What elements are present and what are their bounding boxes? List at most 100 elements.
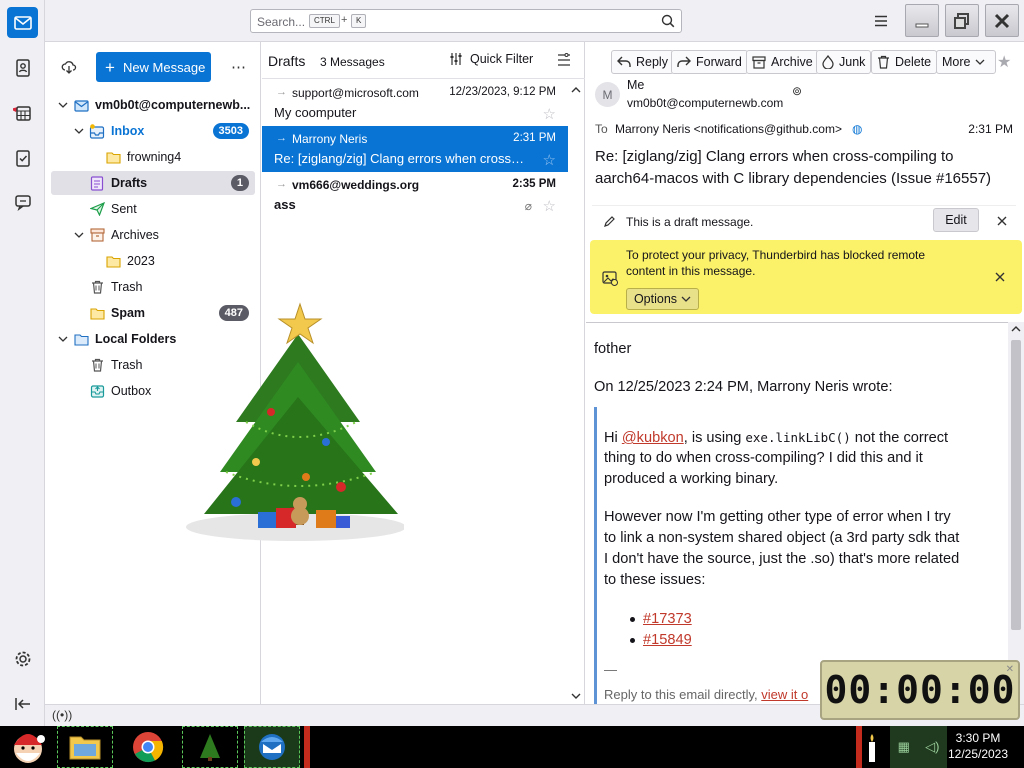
calendar-button[interactable] bbox=[7, 97, 38, 128]
sender-email: vm0b0t@computernewb.com bbox=[627, 96, 784, 110]
spaces-toolbar bbox=[0, 0, 45, 726]
message-sender: Marrony Neris bbox=[292, 132, 368, 146]
cloud-download-icon bbox=[61, 61, 77, 74]
folder-archives[interactable]: Archives bbox=[51, 223, 255, 247]
folder-icon bbox=[105, 253, 121, 269]
title-bar: Search... CTRL + K bbox=[45, 0, 1024, 42]
restore-button[interactable] bbox=[945, 4, 979, 37]
new-message-label: New Message bbox=[122, 59, 206, 75]
message-body-scrollbar[interactable] bbox=[1008, 322, 1024, 704]
folder-inbox[interactable]: Inbox 3503 bbox=[51, 119, 255, 143]
folder-sent[interactable]: Sent bbox=[51, 197, 255, 221]
quote-paragraph-1-line-3: produced a working binary. bbox=[604, 471, 779, 487]
message-row[interactable]: vm666@weddings.org → 2:35 PM ass ⌀ ☆ bbox=[262, 172, 568, 218]
junk-button[interactable]: Junk bbox=[816, 50, 872, 74]
close-icon bbox=[994, 13, 1010, 28]
scroll-up-icon bbox=[571, 87, 581, 93]
quote-mid: , is using bbox=[683, 430, 746, 446]
online-status-icon[interactable]: ((•)) bbox=[52, 708, 72, 722]
delete-button[interactable]: Delete bbox=[871, 50, 938, 74]
account-row[interactable]: vm0b0t@computernewb... bbox=[51, 93, 255, 117]
subject-line-2: aarch64-macos with C library dependencie… bbox=[595, 170, 992, 187]
search-input[interactable]: Search... CTRL + K bbox=[250, 9, 682, 33]
quote-paragraph-2-line-3: I don't have the source, just the .so) t… bbox=[604, 551, 960, 567]
star-icon[interactable]: ☆ bbox=[543, 197, 556, 215]
list-display-options-button[interactable] bbox=[557, 53, 571, 70]
issue-link-1[interactable]: #17373 bbox=[643, 609, 692, 630]
file-explorer-task[interactable] bbox=[57, 726, 113, 768]
trash-icon bbox=[89, 279, 105, 295]
minimize-icon bbox=[915, 23, 929, 27]
star-icon[interactable]: ☆ bbox=[543, 151, 556, 169]
tasks-button[interactable] bbox=[7, 142, 38, 173]
timer-widget: 00:00:00 ✕ bbox=[820, 660, 1020, 720]
delete-label: Delete bbox=[895, 55, 932, 69]
santa-start-icon bbox=[14, 734, 45, 763]
avatar: M bbox=[595, 82, 620, 107]
close-icon[interactable]: ✕ bbox=[1006, 664, 1014, 675]
folder-2023[interactable]: 2023 bbox=[51, 249, 255, 273]
quote-paragraph-1-line-1: Hi @kubkon, is using exe.linkLibC() not … bbox=[604, 427, 948, 449]
chevron-down-icon bbox=[976, 59, 985, 65]
edit-draft-button[interactable]: Edit bbox=[933, 208, 979, 232]
message-row-selected[interactable]: Marrony Neris → 2:31 PM Re: [ziglang/zig… bbox=[262, 126, 568, 172]
inbox-unread-badge: 3503 bbox=[212, 123, 249, 139]
to-label: To bbox=[595, 122, 608, 136]
reply-button[interactable]: Reply bbox=[611, 50, 674, 74]
mention-link[interactable]: @kubkon bbox=[622, 430, 684, 446]
tree-app-task[interactable] bbox=[182, 726, 238, 768]
get-messages-button[interactable] bbox=[61, 59, 77, 78]
close-window-button[interactable] bbox=[985, 4, 1019, 37]
folder-icon bbox=[105, 149, 121, 165]
subject-line-1: Re: [ziglang/zig] Clang errors when cros… bbox=[595, 148, 954, 165]
quick-filter-button[interactable]: Quick Filter bbox=[449, 52, 533, 66]
forward-button[interactable]: Forward bbox=[671, 50, 748, 74]
message-list-header: Drafts 3 Messages Quick Filter bbox=[262, 42, 585, 79]
spam-folder-icon bbox=[89, 305, 105, 321]
new-message-button[interactable]: + New Message bbox=[96, 52, 211, 82]
folder-pane-menu-button[interactable]: ⋯ bbox=[231, 58, 247, 76]
taskbar-clock[interactable]: 3:30 PM 12/25/2023 bbox=[946, 730, 1010, 762]
view-it-link[interactable]: view it o bbox=[761, 687, 808, 702]
sender-name: Me bbox=[627, 78, 645, 92]
folder-frowning4[interactable]: frowning4 bbox=[51, 145, 255, 169]
issue-link-2[interactable]: #15849 bbox=[643, 630, 692, 651]
options-button[interactable]: Options bbox=[626, 288, 699, 310]
reply-label: Reply bbox=[636, 55, 668, 69]
chrome-task[interactable] bbox=[120, 726, 176, 768]
archive-button[interactable]: Archive bbox=[746, 50, 819, 74]
volume-icon[interactable]: ◁) bbox=[925, 739, 939, 755]
message-subject: Re: [ziglang/zig] Clang errors when cros… bbox=[274, 151, 526, 166]
start-button[interactable] bbox=[2, 726, 54, 768]
quote-paragraph-2-line-2: to link a non-system shared object (a 3r… bbox=[604, 530, 960, 546]
reply-arrow-icon: → bbox=[276, 86, 287, 98]
more-button[interactable]: More bbox=[936, 50, 997, 74]
folder-trash[interactable]: Trash bbox=[51, 275, 255, 299]
minimize-button[interactable] bbox=[905, 4, 939, 37]
settings-button[interactable] bbox=[7, 643, 38, 674]
christmas-tree-widget bbox=[176, 302, 406, 552]
collapse-spaces-button[interactable] bbox=[7, 688, 38, 719]
mail-space-button[interactable] bbox=[7, 7, 38, 38]
star-icon[interactable]: ☆ bbox=[543, 105, 556, 123]
privacy-line-2: content in this message. bbox=[626, 264, 756, 278]
message-list-scrollbar[interactable] bbox=[568, 80, 584, 704]
thunderbird-task[interactable] bbox=[244, 726, 300, 768]
scrollbar-thumb[interactable] bbox=[1011, 340, 1021, 630]
chrome-icon bbox=[133, 732, 164, 763]
folder-drafts[interactable]: Drafts 1 bbox=[51, 171, 255, 195]
close-icon[interactable] bbox=[996, 215, 1008, 227]
star-icon[interactable]: ★ bbox=[997, 52, 1011, 72]
list-options-icon bbox=[558, 53, 570, 66]
reply-footer: Reply to this email directly, view it o bbox=[604, 684, 808, 704]
app-menu-button[interactable] bbox=[873, 13, 889, 32]
close-icon[interactable] bbox=[994, 271, 1006, 283]
message-row[interactable]: support@microsoft.com → 12/23/2023, 9:12… bbox=[262, 80, 568, 126]
account-name: vm0b0t@computernewb... bbox=[95, 98, 251, 112]
quote-paragraph-2-line-4: to these issues: bbox=[604, 572, 706, 588]
network-icon[interactable]: ▦ bbox=[898, 739, 910, 755]
chat-button[interactable] bbox=[7, 186, 38, 217]
recipient[interactable]: Marrony Neris <notifications@github.com> bbox=[615, 122, 842, 136]
archive-label: Archive bbox=[771, 55, 813, 69]
address-book-button[interactable] bbox=[7, 52, 38, 83]
